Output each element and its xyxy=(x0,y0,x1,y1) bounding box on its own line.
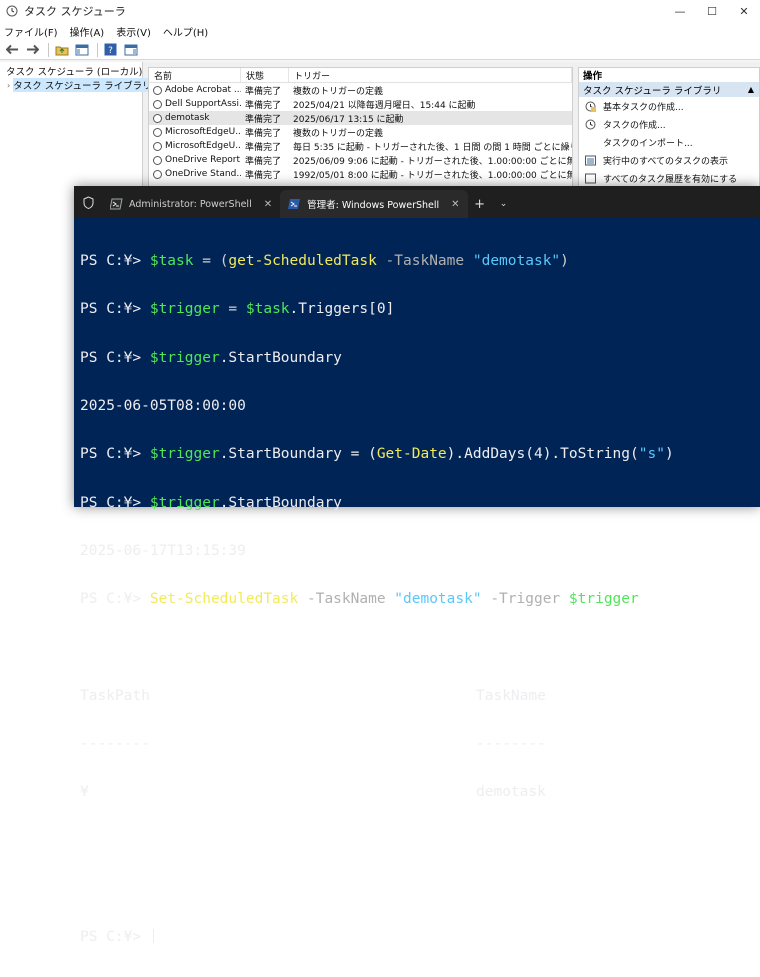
tab-close-icon[interactable]: ✕ xyxy=(451,199,459,210)
new-task-icon xyxy=(585,101,596,112)
terminal-line: PS C:¥> $task = (get-ScheduledTask -Task… xyxy=(80,253,569,270)
result-table-separator: -------- -------- xyxy=(80,736,546,752)
task-icon xyxy=(153,155,162,165)
result-table-header: TaskPath TaskName xyxy=(80,687,546,704)
tab-dropdown-chevron-icon[interactable]: ⌄ xyxy=(492,190,516,218)
table-row[interactable]: demotask 準備完了 2025/06/17 13:15 に起動 xyxy=(149,111,572,125)
column-header-trigger[interactable]: トリガー xyxy=(289,68,572,82)
terminal-line: PS C:¥> $trigger.StartBoundary = (Get-Da… xyxy=(80,446,674,463)
column-header-status[interactable]: 状態 xyxy=(241,68,289,82)
clock-icon xyxy=(6,5,18,17)
tab-administrator-powershell[interactable]: Administrator: PowerShell ✕ xyxy=(102,190,280,218)
text-cursor xyxy=(152,929,154,944)
terminal-prompt-line[interactable]: PS C:¥> xyxy=(80,929,760,945)
menu-bar: ファイル(F) 操作(A) 表示(V) ヘルプ(H) xyxy=(0,22,760,40)
powershell-icon xyxy=(288,199,301,209)
table-row[interactable]: Adobe Acrobat ... 準備完了 複数のトリガーの定義 xyxy=(149,83,572,97)
action-create-basic-task[interactable]: 基本タスクの作成... xyxy=(579,97,759,115)
table-row[interactable]: MicrosoftEdgeU... 準備完了 複数のトリガーの定義 xyxy=(149,125,572,139)
list-icon xyxy=(585,155,596,165)
action-import-task[interactable]: タスクのインポート... xyxy=(579,133,759,151)
tree-item-library[interactable]: › タスク スケジューラ ライブラリ xyxy=(0,78,152,92)
result-table-row: ¥ demotask xyxy=(80,784,546,801)
collapse-up-icon[interactable]: ▲ xyxy=(748,85,754,94)
column-header-name[interactable]: 名前 xyxy=(149,68,241,82)
show-hide-tree-button[interactable] xyxy=(73,42,90,57)
panel-icon xyxy=(124,44,137,55)
menu-file[interactable]: ファイル(F) xyxy=(4,24,58,39)
terminal-line: PS C:¥> $trigger.StartBoundary xyxy=(80,494,342,511)
action-show-running-tasks[interactable]: 実行中のすべてのタスクの表示 xyxy=(579,151,759,169)
menu-view[interactable]: 表示(V) xyxy=(116,24,151,39)
help-icon: ? xyxy=(104,43,117,56)
task-icon xyxy=(153,169,162,179)
forward-button[interactable] xyxy=(24,42,41,57)
arrow-right-icon xyxy=(27,44,39,55)
terminal-line: PS C:¥> $trigger = $task.Triggers[0] xyxy=(80,301,395,318)
history-icon xyxy=(585,173,596,183)
table-row[interactable]: OneDrive Stand... 準備完了 1992/05/01 8:00 に… xyxy=(149,167,572,181)
close-button[interactable]: ✕ xyxy=(728,0,760,22)
actions-section-label: タスク スケジューラ ライブラリ xyxy=(583,85,722,97)
table-row[interactable]: OneDrive Report... 準備完了 2025/06/09 9:06 … xyxy=(149,153,572,167)
minimize-button[interactable]: — xyxy=(664,0,696,22)
back-button[interactable] xyxy=(4,42,21,57)
powershell-icon xyxy=(110,198,123,210)
terminal-output-line: 2025-06-17T13:15:39 xyxy=(80,542,246,559)
window-controls: — ☐ ✕ xyxy=(664,0,760,22)
tab-label: 管理者: Windows PowerShell xyxy=(307,200,440,211)
new-tab-button[interactable]: + xyxy=(468,190,492,218)
tab-windows-powershell[interactable]: 管理者: Windows PowerShell ✕ xyxy=(280,190,468,218)
task-icon xyxy=(153,113,162,123)
menu-action[interactable]: 操作(A) xyxy=(70,24,105,39)
arrow-left-icon xyxy=(6,44,18,55)
title-bar: タスク スケジューラ — ☐ ✕ xyxy=(0,0,760,22)
actions-title: 操作 xyxy=(583,71,603,82)
show-action-pane-button[interactable] xyxy=(122,42,139,57)
terminal-output-line: 2025-06-05T08:00:00 xyxy=(80,398,246,415)
up-folder-button[interactable] xyxy=(53,42,70,57)
terminal-tab-bar: Administrator: PowerShell ✕ 管理者: Windows… xyxy=(74,186,760,218)
maximize-button[interactable]: ☐ xyxy=(696,0,728,22)
toolbar-divider xyxy=(97,42,98,57)
tab-close-icon[interactable]: ✕ xyxy=(264,199,272,210)
table-row[interactable]: Dell SupportAssi... 準備完了 2025/04/21 以降毎週… xyxy=(149,97,572,111)
task-list-header: 名前 状態 トリガー xyxy=(149,68,572,83)
terminal-line: PS C:¥> Set-ScheduledTask -TaskName "dem… xyxy=(80,591,639,608)
task-icon xyxy=(153,127,162,137)
panel-icon xyxy=(75,44,88,55)
task-icon xyxy=(153,85,162,95)
tab-label: Administrator: PowerShell xyxy=(129,198,252,210)
window-title: タスク スケジューラ xyxy=(24,5,126,18)
terminal-output[interactable]: PS C:¥> $task = (get-ScheduledTask -Task… xyxy=(74,218,760,977)
toolbar: ? xyxy=(0,40,760,60)
toolbar-divider xyxy=(48,42,49,57)
terminal-line: PS C:¥> $trigger.StartBoundary xyxy=(80,349,342,366)
action-enable-history[interactable]: すべてのタスク履歴を有効にする xyxy=(579,169,759,187)
table-row[interactable]: MicrosoftEdgeU... 準備完了 毎日 5:35 に起動 - トリガ… xyxy=(149,139,572,153)
task-icon xyxy=(153,99,162,109)
task-icon xyxy=(585,119,596,129)
menu-help[interactable]: ヘルプ(H) xyxy=(163,24,208,39)
task-icon xyxy=(153,141,162,151)
admin-shield-icon xyxy=(74,186,102,218)
help-button[interactable]: ? xyxy=(102,42,119,57)
terminal-window: Administrator: PowerShell ✕ 管理者: Windows… xyxy=(74,186,760,945)
svg-text:?: ? xyxy=(108,46,113,56)
actions-section-header[interactable]: タスク スケジューラ ライブラリ ▲ xyxy=(579,82,759,97)
folder-up-icon xyxy=(55,46,68,55)
tree-item-root[interactable]: タスク スケジューラ (ローカル) xyxy=(0,64,142,78)
action-create-task[interactable]: タスクの作成... xyxy=(579,115,759,133)
chevron-right-icon[interactable]: › xyxy=(7,81,10,90)
